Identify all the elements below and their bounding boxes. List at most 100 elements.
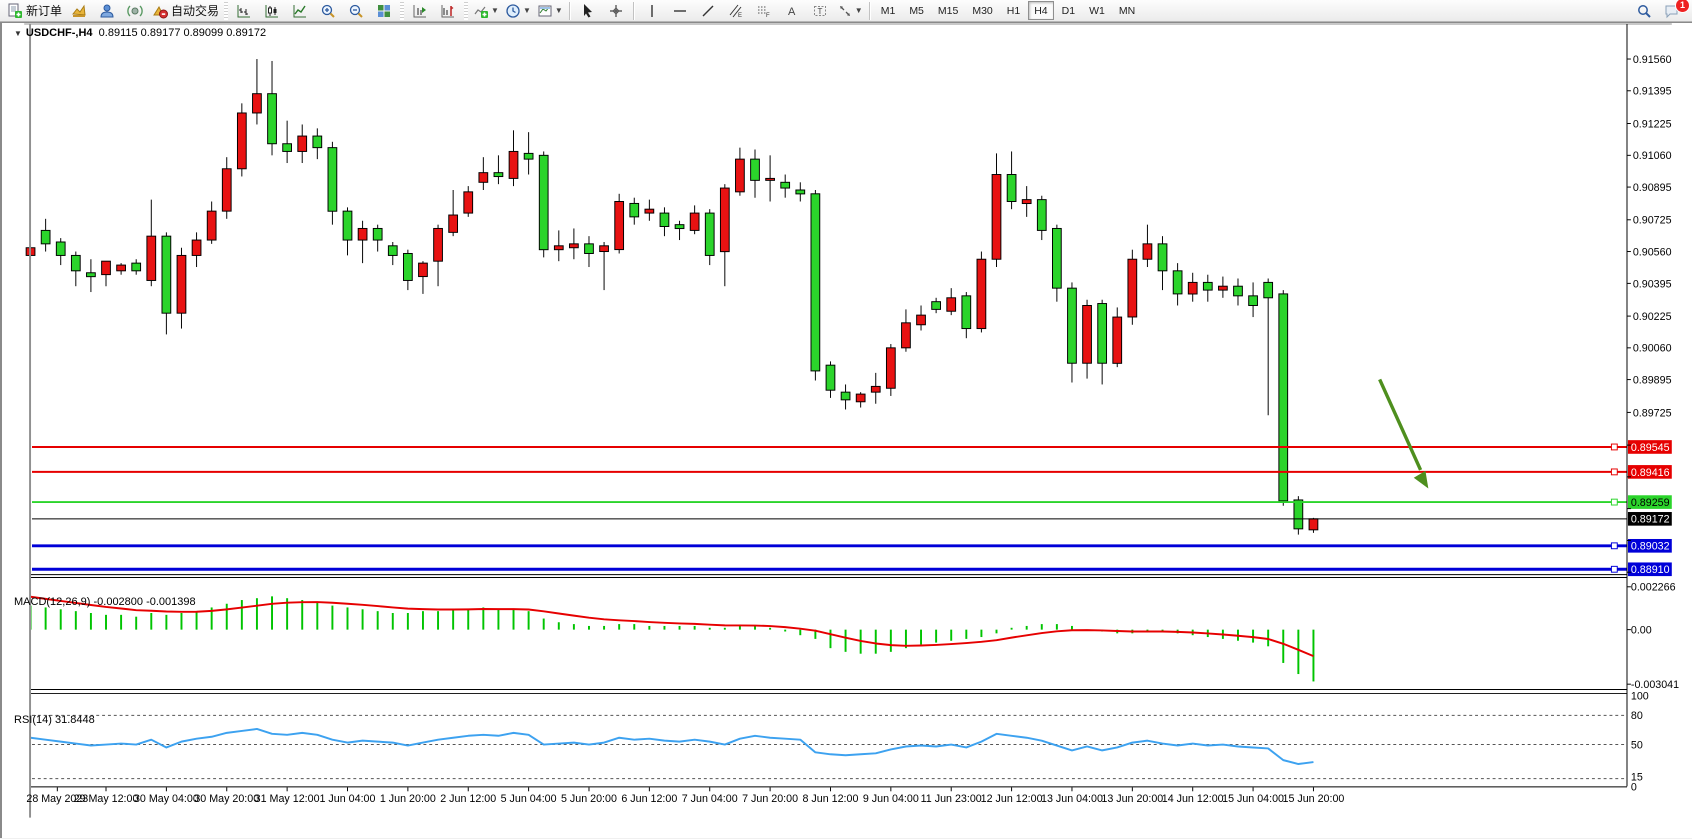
- horizontal-line-button[interactable]: [666, 0, 694, 22]
- chart-canvas[interactable]: 0.895450.894160.892590.891720.890320.889…: [2, 23, 1692, 839]
- zoom-in-button[interactable]: [314, 0, 342, 22]
- timeframe-w1[interactable]: W1: [1083, 1, 1111, 20]
- channel-button[interactable]: E: [722, 0, 750, 22]
- auto-scroll-button[interactable]: [406, 0, 434, 22]
- candle: [796, 190, 805, 194]
- timeframe-m5[interactable]: M5: [903, 1, 930, 20]
- time-label: 29 May 12:00: [74, 793, 139, 805]
- candle: [449, 215, 458, 232]
- candle: [268, 94, 277, 144]
- toolbar-grip-3: [464, 2, 468, 20]
- fibonacci-icon: F: [756, 3, 772, 19]
- candle: [177, 255, 186, 313]
- templates-button[interactable]: ▼: [534, 0, 566, 22]
- auto-trading-button[interactable]: 自动交易: [149, 0, 222, 22]
- candle: [660, 213, 669, 226]
- market-watch-button[interactable]: [93, 0, 121, 22]
- profiles-icon: [71, 3, 87, 19]
- candle: [388, 246, 397, 256]
- profiles-button[interactable]: [65, 0, 93, 22]
- candle: [1068, 288, 1077, 363]
- candle: [373, 228, 382, 240]
- periods-caret-icon: ▼: [523, 6, 531, 15]
- indicators-button[interactable]: ▼: [470, 0, 502, 22]
- candle: [856, 394, 865, 402]
- rsi-axis-label: 0: [1631, 781, 1637, 793]
- candle: [1052, 228, 1061, 288]
- periods-button[interactable]: ▼: [502, 0, 534, 22]
- candle: [871, 386, 880, 392]
- zoom-out-button[interactable]: [342, 0, 370, 22]
- new-order-button[interactable]: 新订单: [4, 0, 65, 22]
- line-handle[interactable]: [1611, 444, 1617, 450]
- line-handle[interactable]: [1611, 543, 1617, 549]
- candle: [1173, 271, 1182, 294]
- line-chart-button[interactable]: [286, 0, 314, 22]
- candle: [766, 178, 775, 180]
- auto-scroll-icon: [412, 3, 428, 19]
- candle: [539, 155, 548, 249]
- candle: [977, 259, 986, 328]
- candle: [298, 136, 307, 151]
- time-label: 1 Jun 04:00: [320, 793, 376, 805]
- time-label: 5 Jun 20:00: [561, 793, 617, 805]
- timeframe-d1[interactable]: D1: [1056, 1, 1081, 20]
- tile-windows-button[interactable]: [370, 0, 398, 22]
- candle: [464, 192, 473, 213]
- candle: [585, 244, 594, 254]
- line-handle[interactable]: [1611, 469, 1617, 475]
- candlestick-button[interactable]: [258, 0, 286, 22]
- time-label: 15 Jun 04:00: [1222, 793, 1284, 805]
- line-chart-icon: [292, 3, 308, 19]
- timeframe-m15[interactable]: M15: [932, 1, 964, 20]
- price-line-label: 0.89416: [1631, 467, 1670, 479]
- market-watch-icon: [99, 3, 115, 19]
- chart-title[interactable]: ▼USDCHF-,H4 0.89115 0.89177 0.89099 0.89…: [14, 27, 266, 39]
- signals-button[interactable]: [121, 0, 149, 22]
- line-handle[interactable]: [1611, 566, 1617, 572]
- search-button[interactable]: [1630, 0, 1658, 22]
- symbol-dropdown-icon[interactable]: ▼: [14, 29, 22, 38]
- text-button[interactable]: A: [778, 0, 806, 22]
- candle: [434, 228, 443, 261]
- new-order-label: 新订单: [26, 2, 62, 19]
- chart-shift-button[interactable]: [434, 0, 462, 22]
- fibonacci-button[interactable]: F: [750, 0, 778, 22]
- price-tick-label: 0.89895: [1633, 374, 1672, 386]
- label-button[interactable]: T: [806, 0, 834, 22]
- timeframe-m30[interactable]: M30: [966, 1, 998, 20]
- price-tick-label: 0.90395: [1633, 278, 1672, 290]
- crosshair-button[interactable]: [602, 0, 630, 22]
- notifications-button[interactable]: 1: [1658, 0, 1686, 22]
- timeframe-mn[interactable]: MN: [1113, 1, 1141, 20]
- time-label: 2 Jun 12:00: [440, 793, 496, 805]
- time-label: 6 Jun 12:00: [621, 793, 677, 805]
- auto-trading-label: 自动交易: [171, 2, 219, 19]
- candle: [87, 273, 96, 277]
- bar-chart-icon: [236, 3, 252, 19]
- vertical-line-button[interactable]: [638, 0, 666, 22]
- time-label: 12 Jun 12:00: [981, 793, 1043, 805]
- line-handle[interactable]: [1611, 499, 1617, 505]
- timeframe-h1[interactable]: H1: [1001, 1, 1026, 20]
- candle: [328, 148, 337, 212]
- bar-chart-button[interactable]: [230, 0, 258, 22]
- cursor-button[interactable]: [574, 0, 602, 22]
- price-tick-label: 0.91225: [1633, 118, 1672, 130]
- candle: [1158, 244, 1167, 271]
- candle: [947, 298, 956, 311]
- timeframe-m1[interactable]: M1: [875, 1, 902, 20]
- tile-windows-icon: [376, 3, 392, 19]
- candle: [192, 240, 201, 255]
- candle: [1249, 296, 1258, 306]
- arrows-button[interactable]: ▼: [834, 0, 866, 22]
- trendline-button[interactable]: [694, 0, 722, 22]
- candle: [841, 392, 850, 400]
- timeframe-h4[interactable]: H4: [1028, 1, 1053, 20]
- signals-icon: [127, 3, 143, 19]
- price-line-label: 0.89032: [1631, 541, 1670, 553]
- candle: [509, 151, 518, 178]
- candle: [1098, 304, 1107, 364]
- candle: [645, 209, 654, 213]
- candle: [147, 236, 156, 280]
